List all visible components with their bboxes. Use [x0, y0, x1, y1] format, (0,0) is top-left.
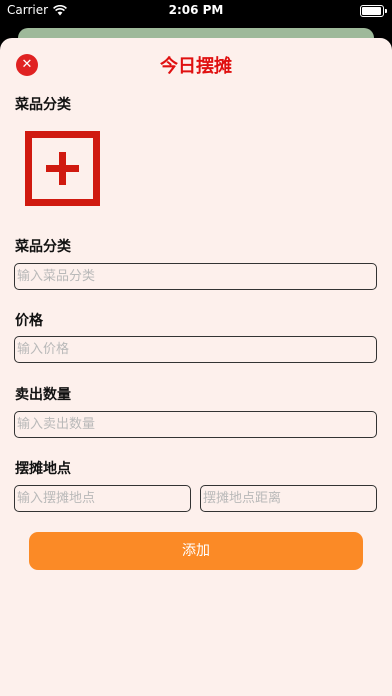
location-input[interactable] — [14, 485, 191, 512]
category-image-label: 菜品分类 — [15, 97, 71, 113]
add-image-icon — [25, 131, 100, 206]
battery-icon — [360, 5, 387, 17]
status-time: 2:06 PM — [168, 3, 224, 17]
quantity-input[interactable] — [14, 411, 377, 438]
price-input[interactable] — [14, 336, 377, 363]
category-label: 菜品分类 — [15, 239, 71, 255]
quantity-label: 卖出数量 — [15, 387, 71, 403]
add-button[interactable]: 添加 — [29, 532, 363, 570]
price-label: 价格 — [15, 313, 43, 329]
location-label: 摆摊地点 — [15, 461, 71, 477]
status-bar: Carrier 2:06 PM — [0, 0, 392, 22]
image-picker[interactable] — [25, 131, 100, 206]
add-stall-sheet: ✕ 今日摆摊 菜品分类 菜品分类 价格 卖出数量 摆摊地点 添加 — [0, 38, 392, 696]
page-title: 今日摆摊 — [160, 56, 232, 77]
distance-input[interactable] — [200, 485, 377, 512]
category-input[interactable] — [14, 263, 377, 290]
